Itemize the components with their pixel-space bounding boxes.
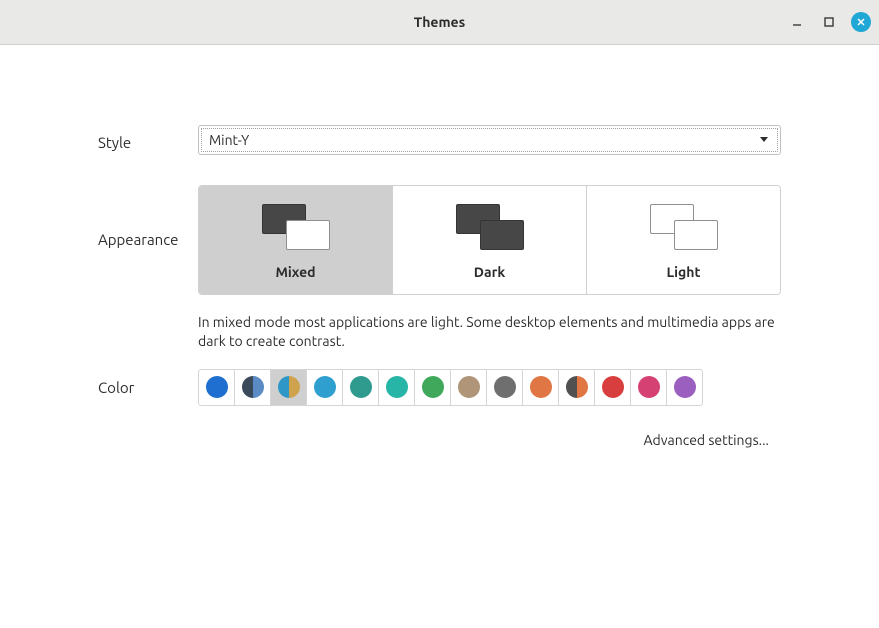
color-circle-icon [494,376,516,398]
color-row: Color [98,369,781,406]
color-swatch[interactable] [198,369,235,406]
window-title: Themes [414,14,465,30]
color-circle-icon [422,376,444,398]
appearance-option-label: Mixed [275,264,315,280]
color-circle-icon [242,376,264,398]
style-selected-value: Mint-Y [209,132,758,148]
dark-mode-icon [456,204,524,250]
advanced-settings-link[interactable]: Advanced settings... [98,432,781,448]
minimize-button[interactable] [787,12,807,32]
appearance-description: In mixed mode most applications are ligh… [198,313,781,351]
color-circle-icon [674,376,696,398]
mixed-mode-icon [262,204,330,250]
appearance-option-label: Dark [474,264,505,280]
color-swatch[interactable] [486,369,523,406]
color-swatch[interactable] [450,369,487,406]
color-circle-icon [386,376,408,398]
color-circle-icon [530,376,552,398]
appearance-option-mixed[interactable]: Mixed [199,186,393,294]
window-controls [787,12,871,32]
color-swatches [198,369,781,406]
style-row: Style Mint-Y [98,125,781,155]
color-circle-icon [278,376,300,398]
color-circle-icon [602,376,624,398]
color-swatch[interactable] [234,369,271,406]
color-swatch[interactable] [342,369,379,406]
close-button[interactable] [851,12,871,32]
color-swatch[interactable] [558,369,595,406]
chevron-down-icon [758,132,770,148]
color-swatch[interactable] [594,369,631,406]
color-swatch[interactable] [414,369,451,406]
color-swatch[interactable] [630,369,667,406]
titlebar: Themes [0,0,879,45]
color-swatch[interactable] [270,369,307,406]
color-circle-icon [206,376,228,398]
maximize-button[interactable] [819,12,839,32]
style-dropdown[interactable]: Mint-Y [198,125,781,155]
color-circle-icon [350,376,372,398]
themes-content: Style Mint-Y Appearance Mixed [0,45,879,448]
appearance-options: Mixed Dark Light [198,185,781,295]
color-swatch[interactable] [378,369,415,406]
color-label: Color [98,379,198,396]
color-circle-icon [458,376,480,398]
appearance-row: Appearance Mixed Dark [98,185,781,351]
appearance-option-dark[interactable]: Dark [393,186,587,294]
color-circle-icon [314,376,336,398]
color-swatch[interactable] [666,369,703,406]
style-label: Style [98,130,198,151]
color-circle-icon [566,376,588,398]
appearance-label: Appearance [98,185,198,248]
appearance-option-label: Light [666,264,700,280]
color-circle-icon [638,376,660,398]
color-swatch[interactable] [306,369,343,406]
light-mode-icon [650,204,718,250]
color-swatch[interactable] [522,369,559,406]
appearance-option-light[interactable]: Light [587,186,780,294]
